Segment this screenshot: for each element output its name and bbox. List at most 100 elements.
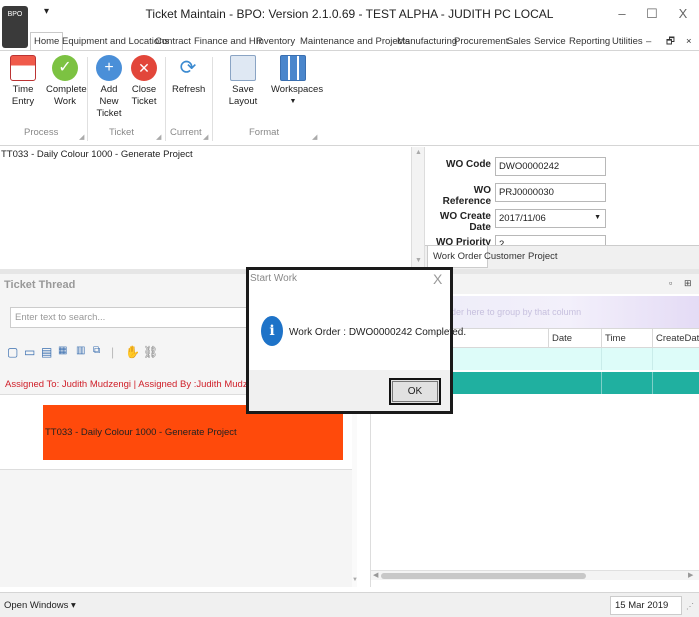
group-process-label: Process bbox=[24, 127, 59, 138]
info-icon: i bbox=[261, 316, 283, 346]
ok-button[interactable]: OK bbox=[389, 378, 441, 405]
column-header-createdate[interactable]: CreateDate bbox=[656, 333, 699, 344]
group-launcher-icon[interactable]: ◢ bbox=[79, 133, 84, 141]
group-launcher-icon[interactable]: ◢ bbox=[156, 133, 161, 141]
column-divider bbox=[601, 348, 602, 370]
view-list-icon[interactable]: ▤ bbox=[41, 345, 52, 359]
app-logo[interactable]: BPO bbox=[2, 6, 28, 48]
pane-pin-icon[interactable]: ⊞ bbox=[684, 278, 692, 289]
column-divider bbox=[652, 329, 653, 349]
ribbon-restore-icon[interactable]: 🗗 bbox=[666, 33, 675, 50]
scroll-left-icon[interactable]: ◀ bbox=[373, 571, 378, 579]
tab-equipment-and-locations[interactable]: Equipment and Locations bbox=[62, 33, 169, 50]
add-new-ticket-label-1: Add New bbox=[99, 84, 119, 107]
add-new-ticket-button[interactable]: + Add New Ticket bbox=[91, 55, 127, 120]
tab-utilities[interactable]: Utilities bbox=[612, 33, 643, 50]
ribbon: Time Entry ✓ Complete Work + Add New Tic… bbox=[0, 50, 699, 146]
view-grid-icon[interactable]: ▦ bbox=[58, 345, 67, 356]
dialog-title: Start Work bbox=[250, 273, 298, 284]
close-ticket-label-1: Close bbox=[131, 84, 157, 95]
column-divider bbox=[652, 372, 653, 394]
chevron-down-icon[interactable]: ▼ bbox=[594, 214, 601, 221]
thread-search-input[interactable]: Enter text to search... bbox=[10, 307, 255, 328]
group-launcher-icon[interactable]: ◢ bbox=[312, 133, 317, 141]
ticket-description: TT033 - Daily Colour 1000 - Generate Pro… bbox=[1, 149, 193, 160]
save-layout-label: Save Layout bbox=[228, 84, 258, 107]
tab-inventory[interactable]: Inventory bbox=[256, 33, 295, 50]
ribbon-close-icon[interactable]: × bbox=[686, 33, 692, 50]
refresh-button[interactable]: ⟳ Refresh bbox=[172, 55, 206, 96]
minimize-button[interactable]: – bbox=[612, 6, 632, 21]
tab-reporting[interactable]: Reporting bbox=[569, 33, 610, 50]
group-separator bbox=[212, 57, 213, 141]
wo-priority-label: WO Priority bbox=[435, 237, 491, 245]
link-icon[interactable]: ⛓ bbox=[143, 345, 158, 359]
close-ticket-button[interactable]: ✕ Close Ticket bbox=[130, 55, 158, 108]
close-button[interactable]: X bbox=[673, 6, 693, 21]
view-single-icon[interactable]: ▢ bbox=[7, 345, 18, 359]
maximize-button[interactable]: ☐ bbox=[642, 6, 662, 22]
menu-bar: Home Equipment and Locations Contract Fi… bbox=[0, 32, 699, 51]
ticket-thread-title: Ticket Thread bbox=[4, 279, 76, 291]
column-header-time[interactable]: Time bbox=[605, 333, 626, 344]
tab-maintenance-and-projects[interactable]: Maintenance and Projects bbox=[300, 33, 410, 50]
save-layout-icon bbox=[230, 55, 256, 81]
start-work-dialog: Start Work X i Work Order : DWO0000242 C… bbox=[246, 267, 466, 414]
scroll-down-icon[interactable]: ▼ bbox=[415, 257, 422, 264]
ribbon-minimize-icon[interactable]: – bbox=[646, 33, 651, 50]
workspaces-button[interactable]: Workspaces ▼ bbox=[271, 55, 324, 108]
wo-priority-field[interactable]: 2 bbox=[495, 235, 606, 245]
tab-contract[interactable]: Contract bbox=[155, 33, 191, 50]
ticket-description-pane[interactable]: TT033 - Daily Colour 1000 - Generate Pro… bbox=[0, 147, 411, 269]
tab-service[interactable]: Service bbox=[534, 33, 566, 50]
tab-finance-and-hr[interactable]: Finance and HR bbox=[194, 33, 263, 50]
scroll-right-icon[interactable]: ▶ bbox=[688, 571, 693, 579]
tab-procurement[interactable]: Procurement bbox=[454, 33, 508, 50]
open-windows-label: Open Windows bbox=[4, 600, 69, 611]
scroll-up-icon[interactable]: ▲ bbox=[415, 149, 422, 156]
pane-restore-icon[interactable]: ▫ bbox=[669, 278, 672, 288]
title-bar: ▾ Ticket Maintain - BPO: Version 2.1.0.6… bbox=[0, 0, 699, 28]
complete-work-button[interactable]: ✓ Complete Work bbox=[46, 55, 87, 108]
workspaces-label: Workspaces bbox=[271, 84, 324, 95]
vertical-splitter[interactable]: ▲ ▼ bbox=[411, 147, 425, 269]
wo-reference-label: WO Reference bbox=[442, 185, 491, 207]
tab-sales[interactable]: Sales bbox=[507, 33, 531, 50]
grid-horizontal-scrollbar[interactable]: ◀ ▶ bbox=[371, 570, 699, 580]
open-windows-menu[interactable]: Open Windows ▾ bbox=[4, 600, 76, 611]
scroll-thumb[interactable] bbox=[381, 573, 586, 579]
column-divider bbox=[601, 329, 602, 349]
tab-manufacturing[interactable]: Manufacturing bbox=[397, 33, 457, 50]
column-divider bbox=[548, 329, 549, 349]
time-entry-button[interactable]: Time Entry bbox=[4, 55, 42, 108]
view-double-icon[interactable]: ▭ bbox=[24, 345, 35, 359]
view-columns-icon[interactable]: ▥ bbox=[76, 345, 85, 356]
wo-code-field[interactable]: DWO0000242 bbox=[495, 157, 606, 176]
column-header-date[interactable]: Date bbox=[552, 333, 572, 344]
workspaces-grid-icon bbox=[280, 55, 306, 81]
wo-create-date-field[interactable]: 2017/11/06 ▼ bbox=[495, 209, 606, 228]
tab-project[interactable]: Project bbox=[523, 246, 563, 268]
tab-home[interactable]: Home bbox=[30, 32, 64, 51]
time-entry-label: Time Entry bbox=[11, 84, 35, 107]
wo-reference-field[interactable]: PRJ0000030 bbox=[495, 183, 606, 202]
group-launcher-icon[interactable]: ◢ bbox=[203, 133, 208, 141]
work-order-pane: WO Code DWO0000242 WO Reference PRJ00000… bbox=[425, 147, 699, 245]
group-separator bbox=[87, 57, 88, 141]
plus-icon: + bbox=[96, 55, 122, 81]
hand-icon[interactable]: ✋ bbox=[125, 345, 140, 359]
view-cards-icon[interactable]: ⧉ bbox=[93, 345, 100, 356]
group-ticket-label: Ticket bbox=[109, 127, 134, 138]
save-layout-button[interactable]: Save Layout bbox=[220, 55, 266, 108]
dialog-message: Work Order : DWO0000242 Completed. bbox=[289, 327, 467, 338]
dialog-close-button[interactable]: X bbox=[433, 271, 442, 287]
refresh-icon: ⟳ bbox=[175, 55, 201, 81]
add-new-ticket-label-2: Ticket bbox=[96, 108, 122, 119]
toolbar-separator: | bbox=[111, 345, 115, 359]
complete-work-label-1: Complete bbox=[46, 84, 87, 95]
wo-code-label: WO Code bbox=[446, 159, 491, 170]
refresh-label: Refresh bbox=[172, 84, 206, 95]
wo-create-date-label: WO Create Date bbox=[439, 211, 491, 233]
resize-grip-icon[interactable]: ⋰ bbox=[686, 602, 694, 611]
scroll-down-icon[interactable]: ▼ bbox=[352, 577, 358, 583]
